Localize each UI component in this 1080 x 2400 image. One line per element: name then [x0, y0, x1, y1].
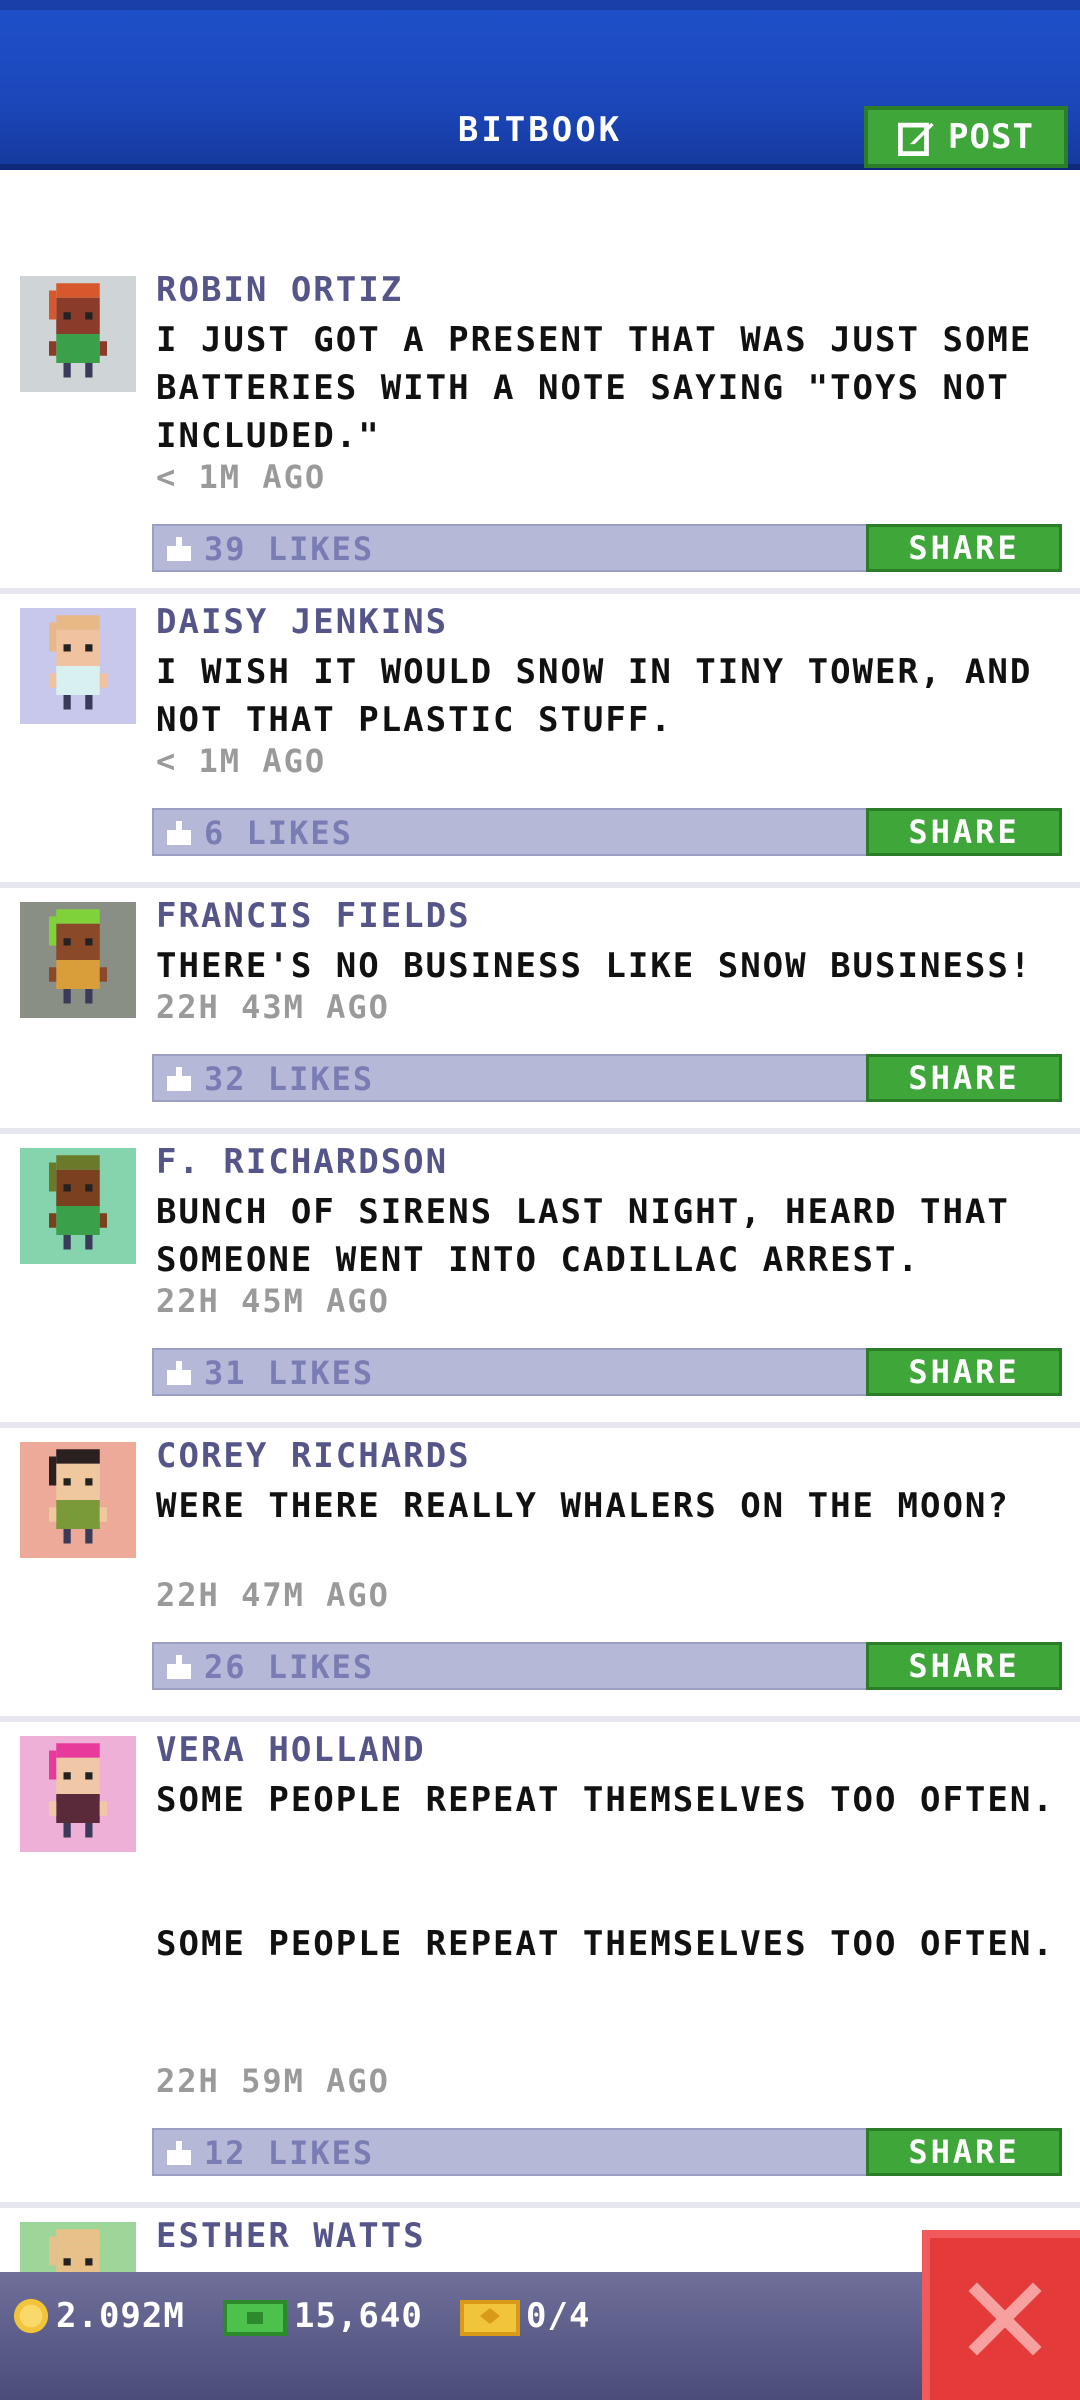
avatar[interactable] [20, 1442, 136, 1558]
post-time: 22H 47M AGO [156, 1576, 390, 1614]
likes-count: 39 LIKES [204, 530, 375, 568]
likes-bar[interactable]: 32 LIKES SHARE [152, 1054, 1062, 1102]
post-author[interactable]: ROBIN ORTIZ [156, 270, 403, 310]
like-icon [167, 1655, 191, 1679]
post-time: < 1M AGO [156, 458, 327, 496]
close-icon [968, 2282, 1042, 2356]
app-header: BITBOOK POST [0, 0, 1080, 170]
post-author[interactable]: COREY RICHARDS [156, 1436, 471, 1476]
avatar-portrait [20, 608, 136, 724]
status-bar: 2.092M 15,640 0/4 [0, 2272, 1080, 2400]
post-author[interactable]: F. RICHARDSON [156, 1142, 448, 1182]
like-icon [167, 821, 191, 845]
feed-post: VERA HOLLAND SOME PEOPLE REPEAT THEMSELV… [0, 1722, 1080, 2202]
post-time: 22H 45M AGO [156, 1282, 390, 1320]
like-icon [167, 2141, 191, 2165]
likes-bar[interactable]: 31 LIKES SHARE [152, 1348, 1062, 1396]
like-icon [167, 537, 191, 561]
likes-bar[interactable]: 26 LIKES SHARE [152, 1642, 1062, 1690]
post-text: WERE THERE REALLY WHALERS ON THE MOON? [156, 1486, 1010, 1526]
like-icon [167, 1361, 191, 1385]
avatar[interactable] [20, 1148, 136, 1264]
coins-stat: 2.092M [12, 2296, 185, 2336]
likes-bar[interactable]: 6 LIKES SHARE [152, 808, 1062, 856]
likes-bar[interactable]: 12 LIKES SHARE [152, 2128, 1062, 2176]
likes-count: 6 LIKES [204, 814, 353, 852]
share-button[interactable]: SHARE [866, 1642, 1062, 1690]
like-icon [167, 1067, 191, 1091]
post-author[interactable]: FRANCIS FIELDS [156, 896, 471, 936]
avatar-portrait [20, 276, 136, 392]
likes-count: 26 LIKES [204, 1648, 375, 1686]
feed-post: COREY RICHARDS WERE THERE REALLY WHALERS… [0, 1428, 1080, 1716]
tickets-stat: 0/4 [460, 2296, 590, 2336]
share-button[interactable]: SHARE [866, 1054, 1062, 1102]
likes-count: 12 LIKES [204, 2134, 375, 2172]
share-button[interactable]: SHARE [866, 2128, 1062, 2176]
feed-post: F. RICHARDSON BUNCH OF SIRENS LAST NIGHT… [0, 1134, 1080, 1422]
bux-stat: 15,640 [222, 2296, 423, 2336]
post-text: SOME PEOPLE REPEAT THEMSELVES TOO OFTEN.… [156, 1780, 1055, 1964]
feed-post: ROBIN ORTIZ I JUST GOT A PRESENT THAT WA… [0, 262, 1080, 588]
feed-list[interactable]: ROBIN ORTIZ I JUST GOT A PRESENT THAT WA… [0, 262, 1080, 2338]
post-text: BUNCH OF SIRENS LAST NIGHT, HEARD THAT S… [156, 1192, 1033, 1280]
likes-bar[interactable]: 39 LIKES SHARE [152, 524, 1062, 572]
ticket-icon [460, 2300, 520, 2336]
avatar-portrait [20, 1148, 136, 1264]
avatar-portrait [20, 902, 136, 1018]
feed-post: FRANCIS FIELDS THERE'S NO BUSINESS LIKE … [0, 888, 1080, 1128]
avatar[interactable] [20, 608, 136, 724]
coin-icon [13, 2298, 49, 2334]
tickets-value: 0/4 [526, 2296, 591, 2336]
post-author[interactable]: VERA HOLLAND [156, 1730, 426, 1770]
coins-value: 2.092M [56, 2296, 185, 2336]
post-text: I JUST GOT A PRESENT THAT WAS JUST SOME … [156, 320, 1055, 456]
share-button[interactable]: SHARE [866, 524, 1062, 572]
edit-icon [898, 122, 934, 156]
bux-icon [223, 2300, 287, 2336]
avatar-portrait [20, 1736, 136, 1852]
avatar-portrait [20, 1442, 136, 1558]
avatar[interactable] [20, 902, 136, 1018]
post-button[interactable]: POST [864, 106, 1068, 168]
post-time: < 1M AGO [156, 742, 327, 780]
share-button[interactable]: SHARE [866, 1348, 1062, 1396]
post-author[interactable]: DAISY JENKINS [156, 602, 448, 642]
post-author[interactable]: ESTHER WATTS [156, 2216, 426, 2256]
post-label: POST [948, 117, 1034, 157]
share-button[interactable]: SHARE [866, 808, 1062, 856]
bux-value: 15,640 [294, 2296, 423, 2336]
close-button[interactable] [922, 2230, 1080, 2400]
likes-count: 31 LIKES [204, 1354, 375, 1392]
post-time: 22H 59M AGO [156, 2062, 390, 2100]
avatar[interactable] [20, 1736, 136, 1852]
post-text: THERE'S NO BUSINESS LIKE SNOW BUSINESS! [156, 946, 1033, 986]
feed-post: DAISY JENKINS I WISH IT WOULD SNOW IN TI… [0, 594, 1080, 882]
post-text: I WISH IT WOULD SNOW IN TINY TOWER, AND … [156, 652, 1055, 740]
post-time: 22H 43M AGO [156, 988, 390, 1026]
avatar[interactable] [20, 276, 136, 392]
likes-count: 32 LIKES [204, 1060, 375, 1098]
